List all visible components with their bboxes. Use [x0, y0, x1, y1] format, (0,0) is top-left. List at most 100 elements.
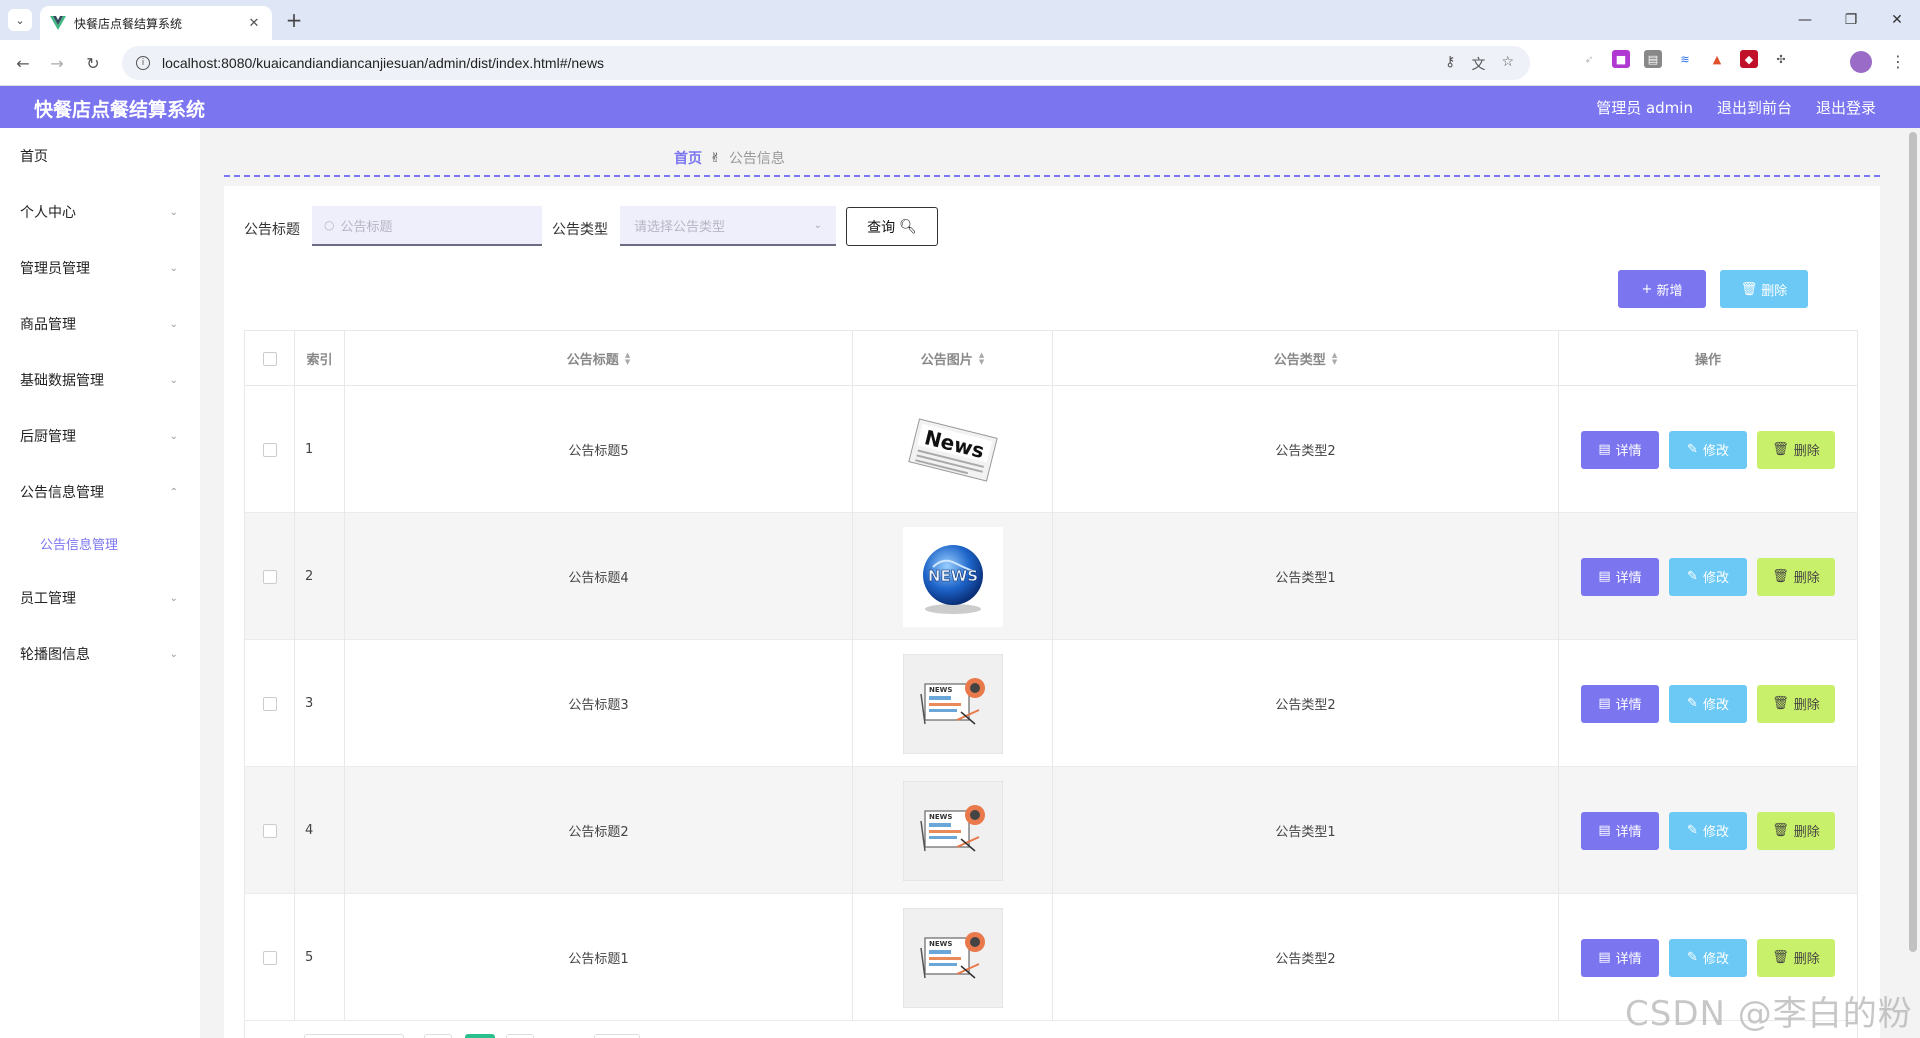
bookmark-star-icon[interactable]: ☆ [1501, 54, 1514, 74]
current-page-button[interactable] [465, 1034, 495, 1038]
sidebar-item-product-management[interactable]: 商品管理 ⌄ [0, 296, 200, 352]
header-title[interactable]: 公告标题 ▲ ▼ [345, 331, 853, 386]
extension-purple-icon[interactable]: ■ [1612, 50, 1630, 68]
pencil-icon: ✎ [1687, 823, 1698, 838]
profile-avatar[interactable] [1850, 51, 1872, 73]
sidebar-item-admin-management[interactable]: 管理员管理 ⌄ [0, 240, 200, 296]
detail-button[interactable]: ▤ 详情 [1581, 557, 1659, 596]
document-icon: ▤ [1598, 442, 1611, 457]
reload-icon[interactable]: ↻ [82, 52, 104, 74]
row-title: 公告标题5 [345, 386, 853, 513]
back-icon[interactable]: ← [12, 52, 34, 74]
header-image-label: 公告图片 [920, 353, 973, 368]
tab-close-icon[interactable]: ✕ [246, 16, 262, 31]
sort-icon[interactable]: ▲ ▼ [625, 351, 630, 366]
next-page-button[interactable] [506, 1034, 534, 1038]
extensions-puzzle-icon[interactable]: ✣ [1772, 50, 1790, 68]
url-field[interactable]: i localhost:8080/kuaicandiandiancanjiesu… [122, 46, 1530, 80]
delete-button[interactable]: 🗑︎ 删除 [1757, 938, 1835, 977]
tab-search-button[interactable]: ⌄ [8, 9, 32, 31]
edit-button[interactable]: ✎ 修改 [1669, 811, 1747, 850]
detail-button[interactable]: ▤ 详情 [1581, 684, 1659, 723]
delete-button[interactable]: 🗑︎ 删除 [1757, 557, 1835, 596]
delete-button[interactable]: 🗑︎ 删除 [1757, 811, 1835, 850]
logout-link[interactable]: 退出登录 [1816, 97, 1876, 118]
news-globe-image[interactable]: NEWS [902, 526, 1003, 627]
header-type[interactable]: 公告类型 ▲ ▼ [1053, 331, 1559, 386]
browser-tab[interactable]: 快餐店点餐结算系统 ✕ [40, 6, 272, 40]
detail-button[interactable]: ▤ 详情 [1581, 938, 1659, 977]
translate-icon[interactable]: 文 [1471, 54, 1485, 74]
news-clipart-image[interactable]: NEWS [902, 907, 1003, 1008]
page-scrollbar-thumb[interactable] [1909, 132, 1917, 952]
detail-button[interactable]: ▤ 详情 [1581, 811, 1659, 850]
sidebar-item-staff[interactable]: 员工管理 ⌄ [0, 570, 200, 626]
sidebar-item-kitchen[interactable]: 后厨管理 ⌄ [0, 408, 200, 464]
row-image-cell: NEWS [853, 767, 1053, 894]
sidebar-item-basic-data[interactable]: 基础数据管理 ⌄ [0, 352, 200, 408]
extension-gray-icon[interactable]: ▤ [1644, 50, 1662, 68]
row-index: 1 [295, 386, 345, 513]
add-button[interactable]: + 新增 [1618, 270, 1706, 308]
edit-button[interactable]: ✎ 修改 [1669, 430, 1747, 469]
row-type: 公告类型1 [1053, 513, 1559, 640]
row-checkbox[interactable] [262, 696, 277, 711]
browser-menu-icon[interactable]: ⋮ [1890, 52, 1906, 71]
row-ops: ▤ 详情 ✎ 修改 🗑︎ 删除 [1559, 767, 1857, 894]
page-size-select[interactable] [304, 1034, 404, 1038]
extension-cursor-icon[interactable]: ➶ [1580, 50, 1598, 68]
sort-icon[interactable]: ▲ ▼ [1332, 351, 1337, 366]
prev-page-button[interactable] [424, 1034, 452, 1038]
row-image-cell: News [853, 386, 1053, 513]
sidebar-item-announcements[interactable]: 公告信息管理 ⌃ [0, 464, 200, 520]
sidebar-item-carousel[interactable]: 轮播图信息 ⌄ [0, 626, 200, 682]
password-key-icon[interactable]: ⚷ [1445, 54, 1455, 74]
document-icon: ▤ [1598, 569, 1611, 584]
document-icon: ▤ [1598, 950, 1611, 965]
query-button[interactable]: 查询 🔍︎ [846, 207, 938, 246]
header-image[interactable]: 公告图片 ▲ ▼ [853, 331, 1053, 386]
edit-label: 修改 [1702, 444, 1729, 459]
trash-icon: 🗑︎ [1772, 696, 1789, 711]
type-select[interactable]: 请选择公告类型 ⌄ [620, 206, 836, 246]
edit-button[interactable]: ✎ 修改 [1669, 938, 1747, 977]
window-controls: — ❐ ✕ [1782, 0, 1920, 40]
row-checkbox[interactable] [262, 569, 277, 584]
title-search-input[interactable]: ○ 公告标题 [312, 206, 542, 246]
row-checkbox[interactable] [262, 950, 277, 965]
goto-page-input[interactable] [594, 1034, 640, 1038]
delete-button[interactable]: 🗑︎ 删除 [1757, 684, 1835, 723]
detail-label: 详情 [1615, 571, 1642, 586]
forward-icon[interactable]: → [46, 52, 68, 74]
breadcrumb-home[interactable]: 首页 [674, 148, 702, 168]
batch-delete-button[interactable]: 🗑︎ 删除 [1720, 270, 1808, 308]
minimize-icon[interactable]: — [1782, 0, 1828, 40]
sidebar-item-personal-center[interactable]: 个人中心 ⌄ [0, 184, 200, 240]
sidebar-item-home[interactable]: 首页 [0, 128, 200, 184]
extension-red-icon[interactable]: ▲ [1708, 50, 1726, 68]
back-to-front-link[interactable]: 退出到前台 [1717, 97, 1792, 118]
delete-button[interactable]: 🗑︎ 删除 [1757, 430, 1835, 469]
select-all-checkbox[interactable] [262, 351, 277, 366]
newspaper-news-image[interactable]: News [903, 400, 1003, 500]
admin-user-label[interactable]: 管理员 admin [1596, 97, 1693, 118]
svg-text:NEWS: NEWS [927, 567, 977, 585]
row-checkbox[interactable] [262, 442, 277, 457]
table-row: 4 公告标题2 NEWS 公告类型1 ▤ 详情 ✎ 修改 🗑︎ 删除 [245, 767, 1857, 894]
new-tab-button[interactable]: + [282, 8, 306, 32]
news-clipart-image[interactable]: NEWS [902, 653, 1003, 754]
chevron-up-icon: ⌃ [169, 486, 178, 498]
row-checkbox[interactable] [262, 823, 277, 838]
extension-shield-icon[interactable]: ◆ [1740, 50, 1758, 68]
edit-button[interactable]: ✎ 修改 [1669, 684, 1747, 723]
close-window-icon[interactable]: ✕ [1874, 0, 1920, 40]
tab-title: 快餐店点餐结算系统 [74, 16, 183, 31]
extension-blue-icon[interactable]: ≋ [1676, 50, 1694, 68]
edit-button[interactable]: ✎ 修改 [1669, 557, 1747, 596]
detail-button[interactable]: ▤ 详情 [1581, 430, 1659, 469]
sort-icon[interactable]: ▲ ▼ [979, 351, 984, 366]
sidebar-subitem-announcement-management[interactable]: 公告信息管理 [0, 518, 200, 568]
news-clipart-image[interactable]: NEWS [902, 780, 1003, 881]
site-info-icon[interactable]: i [136, 56, 150, 70]
restore-icon[interactable]: ❐ [1828, 0, 1874, 40]
